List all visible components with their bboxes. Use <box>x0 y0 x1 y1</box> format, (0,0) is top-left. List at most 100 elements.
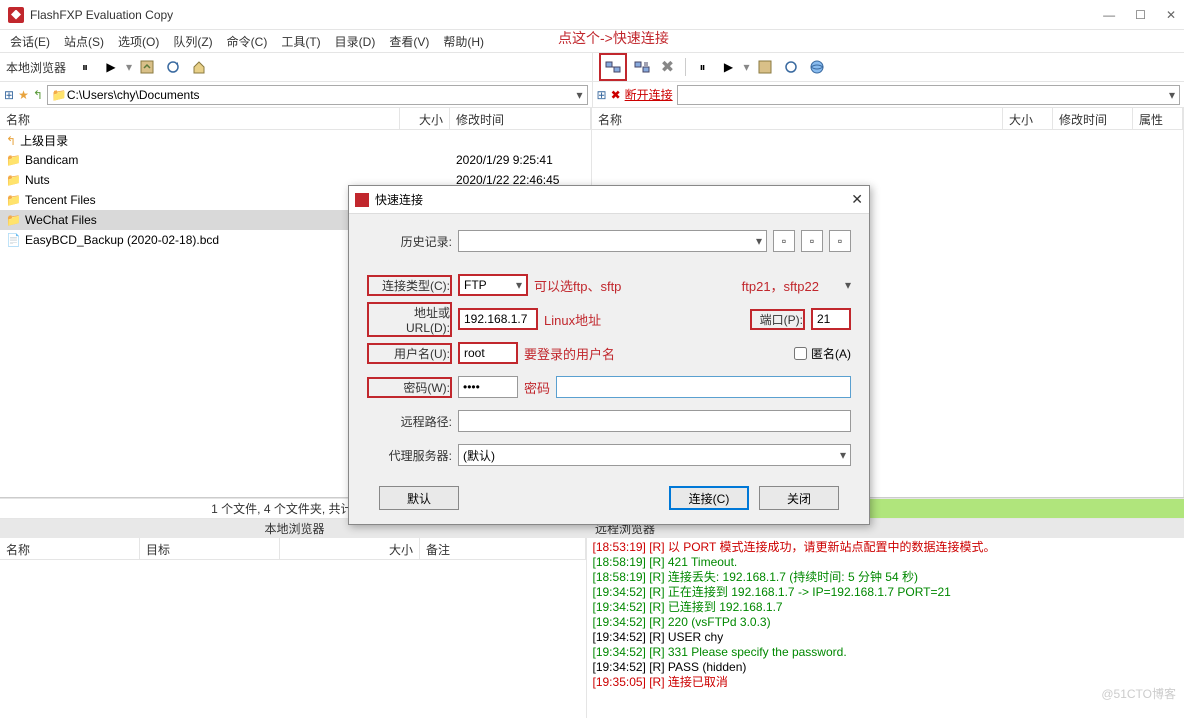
file-row[interactable]: 📁Bandicam2020/1/29 9:25:41 <box>0 150 591 170</box>
col-name-r[interactable]: 名称 <box>592 108 1003 129</box>
menu-directory[interactable]: 目录(D) <box>329 33 382 50</box>
transfer-icon[interactable] <box>136 56 158 78</box>
queue-pane: 名称 目标 大小 备注 <box>0 538 587 718</box>
log-line: [19:34:52] [R] 331 Please specify the pa… <box>593 645 1179 660</box>
window-title: FlashFXP Evaluation Copy <box>30 8 1103 22</box>
log-line: [19:34:52] [R] 正在连接到 192.168.1.7 -> IP=1… <box>593 585 1179 600</box>
toolbar-right: ✖ ⏸ ▶ ▾ <box>592 53 1184 81</box>
log-line: [19:34:52] [R] 220 (vsFTPd 3.0.3) <box>593 615 1179 630</box>
dialog-title: 快速连接 <box>375 191 851 208</box>
site-manager-icon[interactable] <box>631 56 653 78</box>
menu-queue[interactable]: 队列(Z) <box>167 33 218 50</box>
refresh-icon[interactable] <box>162 56 184 78</box>
pause-icon-r[interactable]: ⏸ <box>692 56 714 78</box>
col-modified[interactable]: 修改时间 <box>450 108 591 129</box>
password-label: 密码(W): <box>367 377 452 398</box>
log-line: [18:58:19] [R] 连接丢失: 192.168.1.7 (持续时间: … <box>593 570 1179 585</box>
dialog-body: 历史记录: ▾ ▫ ▫ ▫ 连接类型(C): FTP▾ 可以选ftp、sftp … <box>349 214 869 530</box>
history-btn-2[interactable]: ▫ <box>801 230 823 252</box>
local-column-headers: 名称 大小 修改时间 <box>0 108 591 130</box>
maximize-button[interactable]: ☐ <box>1135 8 1146 22</box>
log-line: [19:34:52] [R] PASS (hidden) <box>593 660 1179 675</box>
anno-port-hint: ftp21，sftp22 <box>742 276 819 295</box>
menu-options[interactable]: 选项(O) <box>112 33 165 50</box>
menu-site[interactable]: 站点(S) <box>58 33 110 50</box>
title-bar: FlashFXP Evaluation Copy — ☐ ✕ <box>0 0 1184 30</box>
chevron-down-icon[interactable]: ▾ <box>576 88 582 102</box>
q-col-remark[interactable]: 备注 <box>420 538 586 559</box>
disconnect-icon[interactable]: ✖ <box>657 56 679 78</box>
col-name[interactable]: 名称 <box>0 108 400 129</box>
queue-headers: 名称 目标 大小 备注 <box>0 538 586 560</box>
play-icon-r[interactable]: ▶ <box>718 56 740 78</box>
menu-command[interactable]: 命令(C) <box>221 33 274 50</box>
file-row[interactable]: ↰上级目录 <box>0 130 591 150</box>
minimize-button[interactable]: — <box>1103 8 1115 22</box>
log-line: [18:53:19] [R] 以 PORT 模式连接成功，请更新站点配置中的数据… <box>593 540 1179 555</box>
q-col-target[interactable]: 目标 <box>140 538 280 559</box>
anonymous-checkbox[interactable]: 匿名(A) <box>794 345 851 362</box>
conn-type-combo[interactable]: FTP▾ <box>458 274 528 296</box>
address-input[interactable]: 192.168.1.7 <box>458 308 538 330</box>
dialog-titlebar: 快速连接 ✕ <box>349 186 869 214</box>
disconnect-link[interactable]: 断开连接 <box>625 86 673 103</box>
port-input[interactable]: 21 <box>811 308 851 330</box>
menu-session[interactable]: 会话(E) <box>4 33 56 50</box>
log-line: [18:58:19] [R] 421 Timeout. <box>593 555 1179 570</box>
username-label: 用户名(U): <box>367 343 452 364</box>
col-size-r[interactable]: 大小 <box>1003 108 1053 129</box>
bottom-panes: 名称 目标 大小 备注 [18:53:19] [R] 以 PORT 模式连接成功… <box>0 538 1184 718</box>
address-left: ⊞ ★ ↰ 📁 C:\Users\chy\Documents ▾ <box>0 82 592 107</box>
close-dialog-button[interactable]: 关闭 <box>759 486 839 510</box>
close-button[interactable]: ✕ <box>1166 8 1176 22</box>
up-icon[interactable]: ↰ <box>33 88 43 102</box>
col-modified-r[interactable]: 修改时间 <box>1053 108 1133 129</box>
menu-tools[interactable]: 工具(T) <box>275 33 326 50</box>
quick-connect-icon[interactable] <box>602 56 624 78</box>
home-icon[interactable] <box>188 56 210 78</box>
default-button[interactable]: 默认 <box>379 486 459 510</box>
dialog-close-button[interactable]: ✕ <box>851 191 863 208</box>
username-input[interactable]: root <box>458 342 518 364</box>
remote-path-combo[interactable]: ▾ <box>677 85 1180 105</box>
proxy-combo[interactable]: (默认)▾ <box>458 444 851 466</box>
port-label: 端口(P): <box>750 309 805 330</box>
tree-icon[interactable]: ⊞ <box>4 88 14 102</box>
tree-icon-r[interactable]: ⊞ <box>597 88 607 102</box>
globe-icon[interactable] <box>806 56 828 78</box>
local-path-combo[interactable]: 📁 C:\Users\chy\Documents ▾ <box>47 85 588 105</box>
password-ext[interactable] <box>556 376 851 398</box>
history-combo[interactable]: ▾ <box>458 230 767 252</box>
toolbar-left: 本地浏览器 ⏸ ▶ ▾ <box>0 56 592 78</box>
star-icon[interactable]: ★ <box>18 88 29 102</box>
quick-connect-dialog: 快速连接 ✕ 历史记录: ▾ ▫ ▫ ▫ 连接类型(C): FTP▾ 可以选ft… <box>348 185 870 525</box>
window-controls: — ☐ ✕ <box>1103 8 1176 22</box>
anno-password: 密码 <box>524 378 550 397</box>
remote-path-label: 远程路径: <box>367 413 452 430</box>
pause-icon[interactable]: ⏸ <box>74 56 96 78</box>
anno-username: 要登录的用户名 <box>524 344 615 363</box>
col-size[interactable]: 大小 <box>400 108 450 129</box>
conn-type-label: 连接类型(C): <box>367 275 452 296</box>
dialog-icon <box>355 193 369 207</box>
remote-path-input[interactable] <box>458 410 851 432</box>
anno-address: Linux地址 <box>544 310 601 329</box>
play-icon[interactable]: ▶ <box>100 56 122 78</box>
transfer-icon-r[interactable] <box>754 56 776 78</box>
history-btn-3[interactable]: ▫ <box>829 230 851 252</box>
menu-help[interactable]: 帮助(H) <box>437 33 490 50</box>
password-input[interactable]: •••• <box>458 376 518 398</box>
proxy-label: 代理服务器: <box>367 447 452 464</box>
col-attrs-r[interactable]: 属性 <box>1133 108 1183 129</box>
log-line: [19:34:52] [R] USER chy <box>593 630 1179 645</box>
q-col-name[interactable]: 名称 <box>0 538 140 559</box>
refresh-icon-r[interactable] <box>780 56 802 78</box>
history-btn-1[interactable]: ▫ <box>773 230 795 252</box>
app-icon <box>8 7 24 23</box>
log-line: [19:34:52] [R] 已连接到 192.168.1.7 <box>593 600 1179 615</box>
connect-button[interactable]: 连接(C) <box>669 486 749 510</box>
menu-view[interactable]: 查看(V) <box>383 33 435 50</box>
log-pane[interactable]: [18:53:19] [R] 以 PORT 模式连接成功，请更新站点配置中的数据… <box>587 538 1184 718</box>
star-icon-r[interactable]: ✖ <box>611 88 621 102</box>
q-col-size[interactable]: 大小 <box>280 538 420 559</box>
